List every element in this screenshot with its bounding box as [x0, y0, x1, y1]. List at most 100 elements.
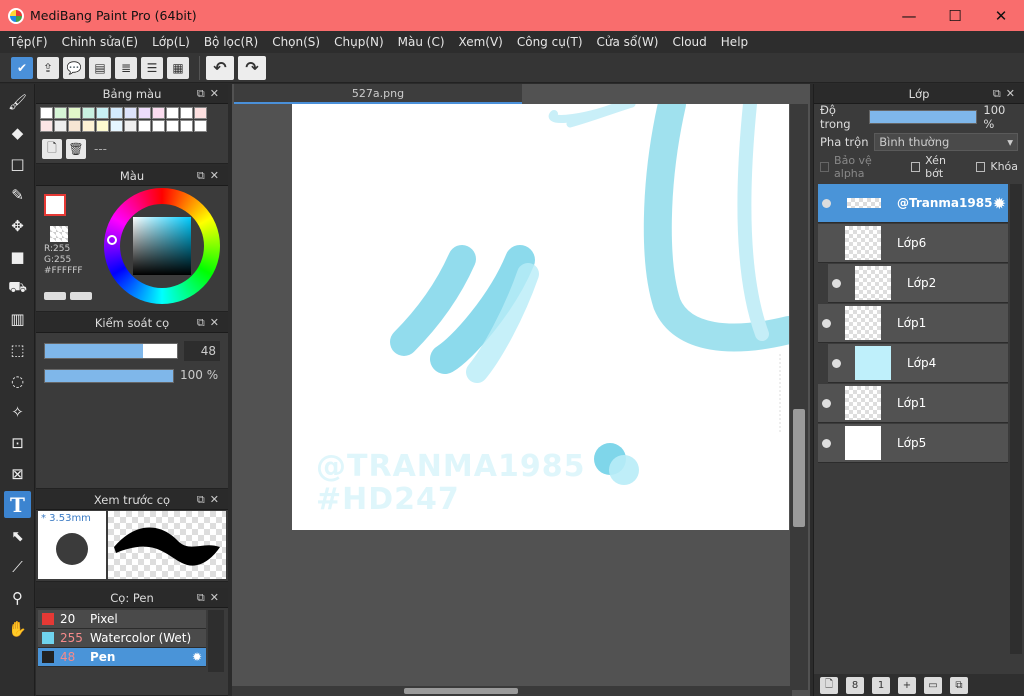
- brush-control-header: Kiểm soát cọ ⧉✕: [36, 313, 228, 333]
- layer-row-lop2[interactable]: Lớp2: [828, 264, 1008, 303]
- scroll-thumb[interactable]: [793, 409, 805, 527]
- magic-wand-icon[interactable]: ✧: [4, 398, 31, 425]
- brush-settings-icon[interactable]: ✹: [192, 650, 202, 664]
- canvas-vertical-scrollbar[interactable]: [790, 104, 808, 690]
- canvas-horizontal-scrollbar[interactable]: [232, 686, 792, 696]
- list-icon[interactable]: ☰: [141, 56, 163, 79]
- visibility-icon[interactable]: [832, 278, 841, 288]
- brush-opacity-slider[interactable]: [44, 369, 174, 383]
- menu-tools[interactable]: Công cụ(T): [510, 35, 590, 49]
- layer-row-lop1b[interactable]: Lớp1: [818, 384, 1008, 423]
- close-button[interactable]: ✕: [978, 0, 1024, 31]
- comment-icon[interactable]: ▤: [89, 56, 111, 79]
- panel-float-close-icon[interactable]: ⧉✕: [197, 87, 224, 101]
- page-icon[interactable]: ≣: [115, 56, 137, 79]
- scroll-thumb[interactable]: [404, 688, 518, 694]
- divide-tool-icon[interactable]: ⟋: [4, 553, 31, 580]
- new-palette-icon[interactable]: 🗋: [42, 139, 62, 159]
- visibility-icon[interactable]: [832, 358, 841, 368]
- maximize-button[interactable]: ☐: [932, 0, 978, 31]
- layer-row-lop4[interactable]: Lớp4: [828, 344, 1008, 383]
- select-eraser-icon[interactable]: ⊠: [4, 460, 31, 487]
- new-8bit-layer-icon[interactable]: 8: [846, 676, 864, 694]
- visibility-icon[interactable]: [822, 198, 831, 208]
- operation-tool-icon[interactable]: ⬉: [4, 522, 31, 549]
- folder-icon[interactable]: ▭: [924, 676, 942, 694]
- bucket-tool-icon[interactable]: ⛟: [4, 274, 31, 301]
- layer-row-lop5[interactable]: Lớp5: [818, 424, 1008, 463]
- color-mode-button-2[interactable]: [70, 292, 92, 300]
- palette-swatches[interactable]: [36, 104, 228, 135]
- hand-tool-icon[interactable]: ✋: [4, 615, 31, 642]
- rect-select-icon[interactable]: ⬚: [4, 336, 31, 363]
- speech-bubble-icon[interactable]: 💬: [63, 56, 85, 79]
- layer-opacity-slider[interactable]: [869, 109, 978, 124]
- panel-float-close-icon[interactable]: ⧉✕: [993, 87, 1020, 101]
- layer-row-lop1[interactable]: Lớp1: [818, 304, 1008, 343]
- clipping-checkbox[interactable]: [911, 161, 921, 172]
- menu-color[interactable]: Màu (C): [391, 35, 452, 49]
- brush-size-slider[interactable]: [44, 343, 178, 359]
- brush-list-scrollbar[interactable]: [208, 610, 224, 672]
- new-1bit-layer-icon[interactable]: 1: [872, 676, 890, 694]
- menu-cloud[interactable]: Cloud: [666, 35, 714, 49]
- layer-list-scrollbar[interactable]: [1010, 184, 1022, 654]
- gradient-tool-icon[interactable]: ▥: [4, 305, 31, 332]
- menu-view[interactable]: Xem(V): [452, 35, 510, 49]
- document-tab[interactable]: 527a.png: [234, 84, 522, 104]
- visibility-icon[interactable]: [822, 438, 831, 448]
- undo-icon[interactable]: ↶: [206, 55, 234, 80]
- menu-snap[interactable]: Chụp(N): [327, 35, 391, 49]
- eyedropper-icon[interactable]: ⚲: [4, 584, 31, 611]
- minimize-button[interactable]: —: [886, 0, 932, 31]
- share-icon[interactable]: ⇪: [37, 56, 59, 79]
- text-tool-icon[interactable]: T: [4, 491, 31, 518]
- menu-layer[interactable]: Lớp(L): [145, 35, 197, 49]
- move-tool-icon[interactable]: ✥: [4, 212, 31, 239]
- layer-row-lop6[interactable]: Lớp6: [818, 224, 1008, 263]
- brush-item-watercolor[interactable]: 255 Watercolor (Wet): [38, 629, 206, 648]
- eraser-tool-icon[interactable]: ◆: [4, 119, 31, 146]
- primary-color-swatch[interactable]: [44, 194, 66, 216]
- new-layer-icon[interactable]: 🗋: [820, 676, 838, 694]
- brush-item-pen[interactable]: 48 Pen ✹: [38, 648, 206, 667]
- layer-row-tranma[interactable]: @Tranma1985 ✹: [818, 184, 1008, 223]
- dot-tool-icon[interactable]: □: [4, 150, 31, 177]
- select-pen2-icon[interactable]: ⊡: [4, 429, 31, 456]
- menu-edit[interactable]: Chỉnh sửa(E): [55, 35, 146, 49]
- visibility-icon[interactable]: [822, 318, 831, 328]
- menu-filter[interactable]: Bộ lọc(R): [197, 35, 265, 49]
- menu-file[interactable]: Tệp(F): [2, 35, 55, 49]
- add-layer-dropdown-icon[interactable]: +: [898, 676, 916, 694]
- hue-cursor[interactable]: [107, 235, 117, 245]
- grid-icon[interactable]: ▦: [167, 56, 189, 79]
- color-mode-button-1[interactable]: [44, 292, 66, 300]
- delete-palette-icon[interactable]: 🗑: [66, 139, 86, 159]
- menu-help[interactable]: Help: [714, 35, 755, 49]
- redo-icon[interactable]: ↷: [238, 55, 266, 80]
- visibility-icon[interactable]: [822, 398, 831, 408]
- drawing-canvas[interactable]: @TRANMA1985 #HD247: [292, 104, 789, 530]
- fill-rect-icon[interactable]: ■: [4, 243, 31, 270]
- panel-float-close-icon[interactable]: ⧉✕: [197, 493, 224, 507]
- brush-size-value[interactable]: 48: [184, 341, 220, 361]
- brush-item-pixel[interactable]: 20 Pixel: [38, 610, 206, 629]
- lasso-icon[interactable]: ◌: [4, 367, 31, 394]
- duplicate-layer-icon[interactable]: ⧉: [950, 676, 968, 694]
- select-pen-icon[interactable]: ✎: [4, 181, 31, 208]
- layer-settings-icon[interactable]: ✹: [993, 194, 1006, 213]
- visibility-icon[interactable]: [822, 239, 831, 248]
- panel-float-close-icon[interactable]: ⧉✕: [197, 316, 224, 330]
- brush-tool-icon[interactable]: 🖌: [4, 88, 31, 115]
- panel-float-close-icon[interactable]: ⧉✕: [197, 591, 224, 605]
- panel-float-close-icon[interactable]: ⧉✕: [197, 169, 224, 183]
- lock-checkbox[interactable]: [976, 161, 986, 172]
- menu-select[interactable]: Chọn(S): [265, 35, 327, 49]
- saturation-square[interactable]: [133, 217, 191, 275]
- hue-wheel[interactable]: [104, 188, 220, 304]
- protect-alpha-checkbox[interactable]: [820, 161, 830, 172]
- secondary-color-swatch[interactable]: [50, 226, 68, 242]
- blend-mode-select[interactable]: Bình thường ▾: [874, 132, 1018, 151]
- cloud-sync-icon[interactable]: ✔: [11, 56, 33, 79]
- menu-window[interactable]: Cửa sổ(W): [590, 35, 666, 49]
